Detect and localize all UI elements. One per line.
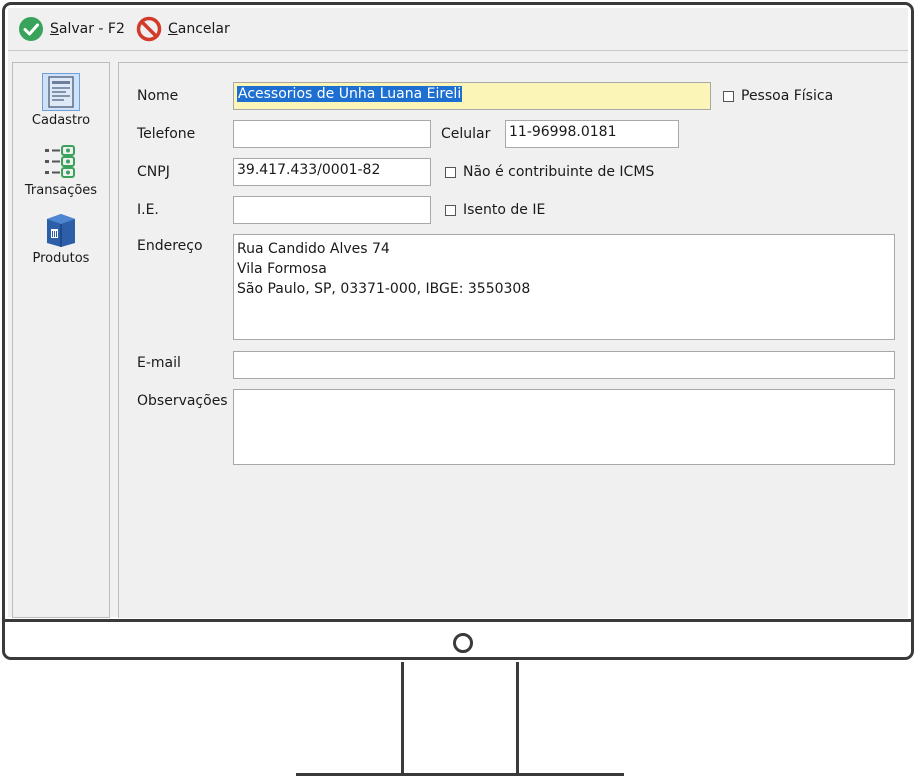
cnpj-field[interactable]: 39.417.433/0001-82 [233, 158, 431, 186]
list-icon [45, 145, 75, 178]
form-icon [42, 73, 80, 111]
stand-post-right [516, 662, 519, 775]
celular-field[interactable]: 11-96998.0181 [505, 120, 679, 148]
check-circle-icon [19, 17, 43, 41]
checkbox-box [445, 204, 456, 216]
nao-contribuinte-checkbox[interactable]: Não é contribuinte de ICMS [445, 164, 654, 180]
telefone-label: Telefone [137, 126, 196, 142]
stand-base [296, 773, 624, 776]
stand-post-left [401, 662, 404, 775]
monitor-frame: Salvar - F2 Cancelar Cadastro Transações… [2, 2, 914, 660]
toolbar: Salvar - F2 Cancelar [8, 8, 908, 51]
sidebar-item-produtos[interactable]: Produtos [13, 211, 109, 266]
observacoes-label: Observações [137, 393, 228, 409]
endereco-textarea[interactable]: Rua Candido Alves 74 Vila Formosa São Pa… [233, 234, 895, 340]
sidebar-label: Cadastro [31, 113, 91, 128]
sidebar-label: Transações [24, 183, 98, 198]
save-label: Salvar - F2 [50, 21, 125, 37]
celular-label: Celular [441, 126, 491, 142]
power-button-icon [453, 633, 473, 653]
save-button[interactable]: Salvar - F2 [18, 15, 125, 43]
cancel-icon [136, 16, 162, 42]
pessoa-fisica-checkbox[interactable]: Pessoa Física [723, 88, 833, 104]
email-label: E-mail [137, 355, 181, 371]
ie-label: I.E. [137, 202, 159, 218]
telefone-field[interactable] [233, 120, 431, 148]
email-field[interactable] [233, 351, 895, 379]
cancel-button[interactable]: Cancelar [136, 15, 230, 43]
checkbox-box [445, 166, 456, 178]
sidebar-label: Produtos [32, 251, 90, 266]
ie-field[interactable] [233, 196, 431, 224]
box-icon [47, 214, 75, 247]
bezel-divider [5, 619, 911, 622]
form-panel: Nome Acessorios de Unha Luana Eireli Pes… [118, 62, 908, 618]
isento-ie-checkbox[interactable]: Isento de IE [445, 202, 545, 218]
cancel-label: Cancelar [168, 21, 230, 37]
checkbox-box [723, 90, 734, 102]
cnpj-label: CNPJ [137, 164, 170, 180]
endereco-label: Endereço [137, 238, 203, 254]
nome-label: Nome [137, 88, 179, 104]
observacoes-textarea[interactable] [233, 389, 895, 465]
sidebar-item-cadastro[interactable]: Cadastro [13, 73, 109, 128]
nome-field[interactable]: Acessorios de Unha Luana Eireli [233, 82, 711, 110]
app-window: Salvar - F2 Cancelar Cadastro Transações… [8, 8, 908, 618]
sidebar: Cadastro Transações Produtos [12, 62, 110, 618]
sidebar-item-transacoes[interactable]: Transações [13, 143, 109, 198]
